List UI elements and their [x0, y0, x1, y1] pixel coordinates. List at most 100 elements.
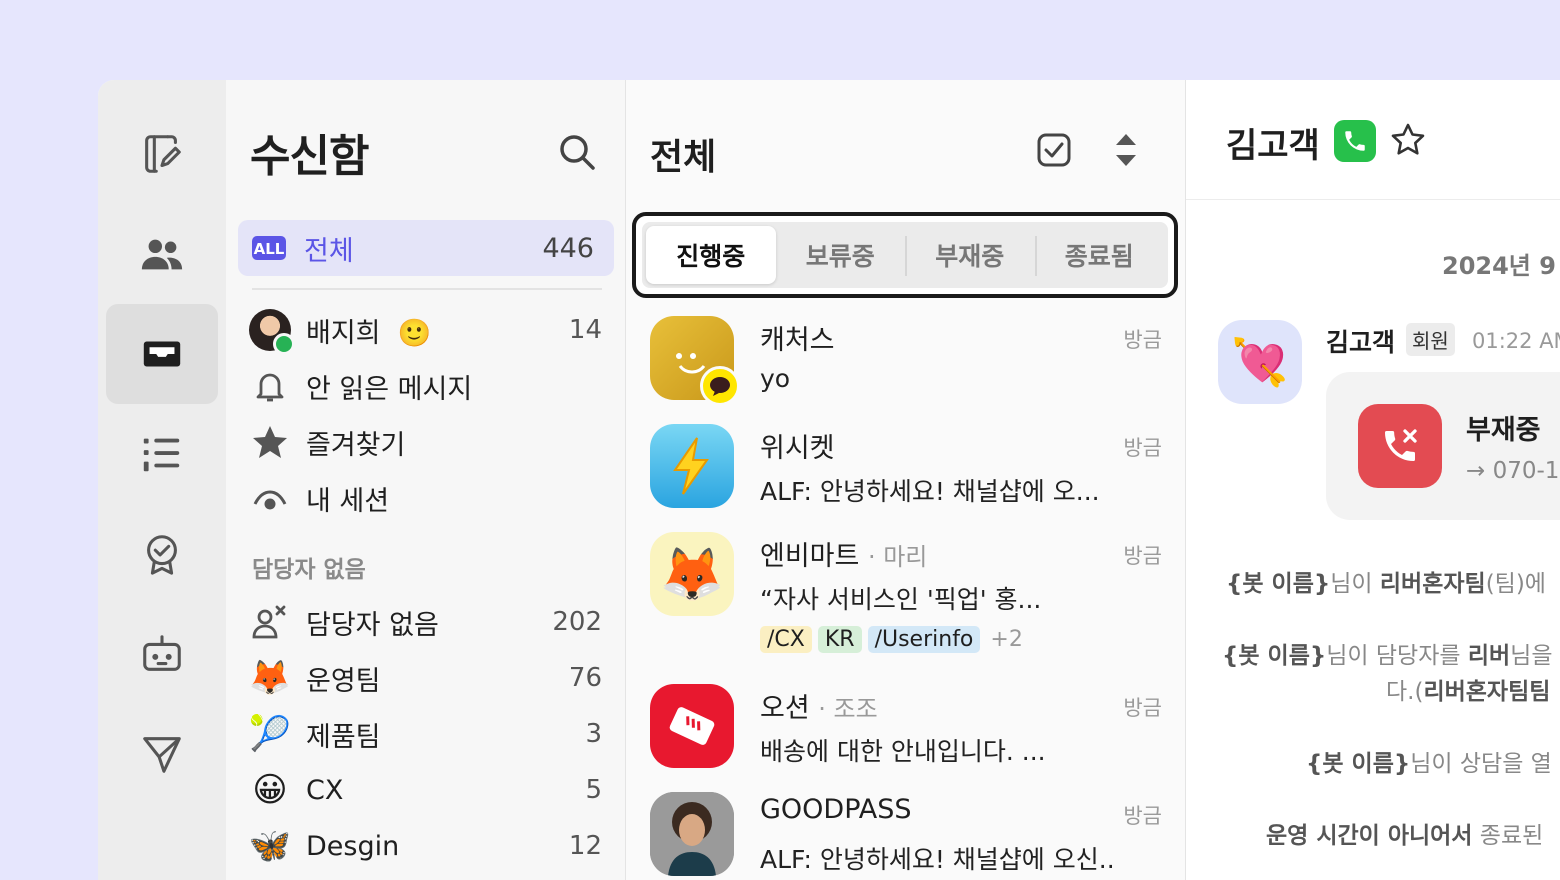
sidebar-item-label: 담당자 없음 [306, 609, 439, 641]
tag: KR [817, 626, 862, 653]
eye-icon [253, 490, 287, 510]
smile-icon: 😀 [252, 770, 288, 810]
svg-text:ALL: ALL [254, 240, 285, 258]
all-icon: ALL [252, 236, 286, 260]
sidebar-item-count: 14 [568, 315, 602, 345]
sidebar-item-unassigned[interactable]: 담당자 없음 202 [248, 598, 602, 646]
sidebar-item-favorites[interactable]: 즐겨찾기 [248, 418, 602, 466]
message-sender: 김고객 [1326, 328, 1396, 357]
sidebar-item-label: 전체 [304, 235, 354, 267]
checkbox-icon[interactable] [1036, 132, 1072, 168]
sidebar-item-label: 배지희 🙂 [306, 317, 432, 349]
conversation-preview: 배송에 대한 안내입니다. ... [760, 737, 1046, 766]
sidebar-item-label: 안 읽은 메시지 [306, 373, 473, 405]
sidebar-title: 수신함 [250, 131, 369, 182]
sidebar-item-label: Desgin [306, 830, 400, 862]
inbox-icon[interactable] [106, 304, 218, 404]
conversation-name: GOODPASS [760, 794, 912, 825]
system-message: 다.(리버혼자팀팀 [1386, 679, 1551, 705]
conversation-name: 캐처스 [760, 325, 835, 356]
sidebar-item-team-design[interactable]: 🦋 Desgin 12 [248, 822, 602, 870]
contacts-icon[interactable] [106, 204, 218, 304]
sidebar-item-count: 12 [568, 831, 602, 861]
send-icon[interactable] [106, 704, 218, 804]
call-status: 부재중 [1466, 415, 1541, 446]
sort-icon[interactable] [1110, 130, 1142, 170]
tab-in-progress[interactable]: 진행중 [646, 226, 776, 284]
phone-icon[interactable] [1334, 120, 1376, 162]
conversation-preview: ALF: 안녕하세요! 채널샵에 오신.. [760, 845, 1115, 874]
conversation-time: 방금 [1123, 544, 1162, 568]
message-time: 01:22 AM [1472, 329, 1560, 353]
avatar [650, 424, 734, 508]
sidebar-item-count: 76 [568, 663, 602, 693]
role-badge: 회원 [1406, 323, 1455, 356]
avatar [650, 684, 734, 768]
compose-icon[interactable] [106, 104, 218, 204]
conversation-preview: “자사 서비스인 '픽업' 홍... [760, 585, 1042, 614]
favorite-star-icon[interactable] [1390, 122, 1426, 158]
conversation-list: 전체 진행중 보류중 부재중 종료됨 캐처스 방금 yo 위시켓 방금 ALF:… [626, 80, 1186, 880]
system-message: {봇 이름}님이 리버혼자팀(팀)에 [1226, 571, 1546, 597]
unassigned-user-icon [252, 605, 286, 639]
bot-icon[interactable] [106, 604, 218, 704]
sidebar-item-team-cx[interactable]: 😀 CX 5 [248, 766, 602, 814]
left-rail [98, 80, 226, 880]
tag: /CX [760, 626, 812, 653]
conversation-time: 방금 [1123, 696, 1162, 720]
sidebar-item-count: 446 [542, 232, 594, 264]
tag-more: +2 [990, 627, 1023, 652]
conversation-item[interactable]: 오션 · 조조 방금 배송에 대한 안내입니다. ... [650, 684, 1170, 784]
sidebar-item-label: 운영팀 [306, 665, 381, 697]
conversation-time: 방금 [1123, 328, 1162, 352]
search-icon[interactable] [557, 132, 597, 172]
tab-on-hold[interactable]: 보류중 [776, 226, 906, 284]
sidebar-item-count: 5 [585, 775, 602, 805]
avatar [650, 792, 734, 876]
conversation-preview: ALF: 안녕하세요! 채널샵에 오... [760, 477, 1100, 506]
date-separator: 2024년 9 [1442, 252, 1556, 280]
tab-closed[interactable]: 종료됨 [1034, 226, 1165, 284]
inbox-sidebar: 수신함 ALL 전체 446 배지희 🙂 14 안 읽은 메시지 즐겨찾기 내 … [226, 80, 626, 880]
divider [252, 288, 602, 290]
avatar [249, 309, 295, 355]
conversation-item[interactable]: 위시켓 방금 ALF: 안녕하세요! 채널샵에 오... [650, 424, 1170, 524]
badge-check-icon[interactable] [106, 504, 218, 604]
task-list-icon[interactable] [106, 404, 218, 504]
tab-missed[interactable]: 부재중 [905, 226, 1035, 284]
status-emoji: 🙂 [397, 317, 432, 349]
sidebar-item-my-sessions[interactable]: 내 세션 [248, 474, 602, 522]
sidebar-item-label: 즐겨찾기 [306, 429, 406, 461]
sidebar-item-user[interactable]: 배지희 🙂 14 [248, 306, 602, 355]
system-message: {봇 이름}님이 상담을 열 [1306, 751, 1552, 777]
conversation-preview: yo [760, 364, 791, 393]
conversation-name: 오션 · 조조 [760, 693, 878, 724]
chat-panel: 김고객 2024년 9 💘 김고객 회원 01:22 AM 부재중 → 070-… [1186, 80, 1560, 880]
app-window: 수신함 ALL 전체 446 배지희 🙂 14 안 읽은 메시지 즐겨찾기 내 … [98, 80, 1560, 880]
missed-call-card[interactable]: 부재중 → 070-1 [1326, 372, 1560, 520]
fox-avatar: 🦊 [650, 532, 734, 616]
sidebar-item-count: 202 [552, 607, 602, 637]
star-icon [253, 426, 287, 458]
chat-header: 김고객 [1186, 80, 1560, 200]
sidebar-item-team-ops[interactable]: 🦊 운영팀 76 [248, 654, 602, 702]
conversation-item[interactable]: 🦊 엔비마트 · 마리 방금 “자사 서비스인 '픽업' 홍... /CX KR… [650, 532, 1170, 682]
conversation-item[interactable]: 캐처스 방금 yo [650, 316, 1170, 416]
sidebar-item-unread[interactable]: 안 읽은 메시지 [248, 362, 602, 410]
section-header: 담당자 없음 [252, 557, 366, 583]
tag-list: /CX KR /Userinfo +2 [760, 626, 1023, 653]
package-icon [669, 707, 715, 745]
kakaotalk-icon [700, 366, 740, 406]
sidebar-item-count: 3 [585, 719, 602, 749]
sidebar-item-team-product[interactable]: 🎾 제품팀 3 [248, 710, 602, 758]
status-tabs: 진행중 보류중 부재중 종료됨 [632, 212, 1178, 298]
missed-call-icon [1358, 404, 1442, 488]
conversation-name: 위시켓 [760, 433, 835, 464]
conversation-item[interactable]: GOODPASS 방금 ALF: 안녕하세요! 채널샵에 오신.. [650, 792, 1170, 880]
heart-arrow-avatar: 💘 [1218, 320, 1302, 404]
sidebar-item-all[interactable]: ALL 전체 446 [238, 220, 614, 276]
conversation-time: 방금 [1123, 436, 1162, 460]
sidebar-item-label: 내 세션 [306, 485, 390, 517]
bell-icon [256, 373, 284, 402]
lightning-icon [673, 437, 709, 495]
